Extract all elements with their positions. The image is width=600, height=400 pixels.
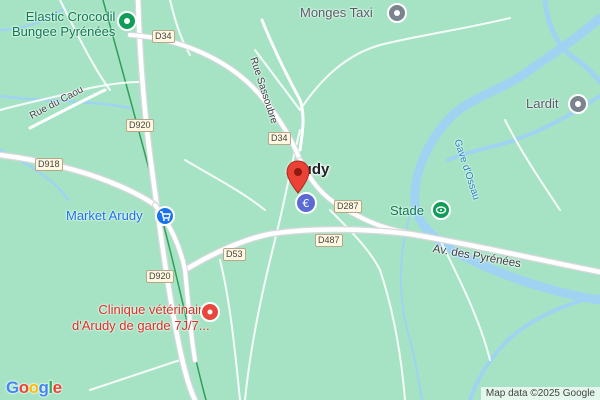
road-shield-d487: D487 — [315, 234, 343, 247]
road-shield-d34: D34 — [268, 132, 291, 145]
gray-place-icon[interactable] — [568, 94, 588, 114]
svg-text:€: € — [303, 197, 310, 210]
poi-label-market-arudy[interactable]: Market Arudy — [66, 208, 143, 223]
bank-icon[interactable]: € — [295, 192, 317, 214]
poi-label-monges-taxi[interactable]: Monges Taxi — [300, 5, 373, 20]
stadium-icon[interactable] — [431, 200, 451, 220]
shopping-cart-icon[interactable] — [155, 206, 175, 226]
poi-label-line: Elastic Crocodil — [25, 9, 116, 24]
road-shield-d287: D287 — [334, 200, 362, 213]
location-marker-icon[interactable] — [286, 160, 310, 194]
road-shield-d920: D920 — [126, 119, 154, 132]
gray-place-icon[interactable] — [387, 3, 407, 23]
poi-label-elastic-crocodil[interactable]: Elastic Crocodil Bungee Pyrénées — [12, 9, 115, 39]
medical-icon[interactable] — [200, 302, 220, 322]
road-shield-d918: D918 — [35, 158, 63, 171]
google-logo: Google — [6, 378, 62, 397]
map-attribution[interactable]: Map data ©2025 Google — [480, 387, 600, 400]
poi-label-line: Clinique vétérinaire — [98, 302, 210, 317]
river-branch-south — [468, 294, 600, 400]
poi-label-clinique-veterinaire[interactable]: Clinique vétérinaire d'Arudy de garde 7J… — [72, 302, 210, 334]
road-av-pyrenees — [181, 226, 600, 276]
road-shield-d34-north: D34 — [152, 30, 175, 43]
road-shield-d920-south: D920 — [146, 270, 174, 283]
poi-label-line: d'Arudy de garde 7J/7... — [72, 318, 210, 333]
poi-label-stade[interactable]: Stade — [390, 203, 424, 218]
green-leisure-icon[interactable] — [117, 11, 137, 31]
poi-label-lardit[interactable]: Lardit — [526, 96, 559, 111]
poi-label-line: Bungee Pyrénées — [12, 24, 116, 39]
road-shield-d53: D53 — [223, 248, 246, 261]
map-canvas[interactable]: D34 D920 D918 D34 D287 D487 D53 D920 Rue… — [0, 0, 600, 400]
